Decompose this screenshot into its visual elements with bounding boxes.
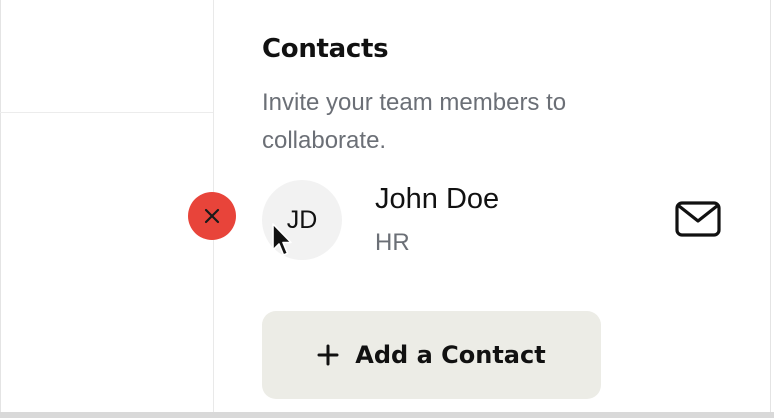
frame-edge	[770, 0, 771, 412]
frame-edge	[0, 412, 774, 418]
frame-edge	[0, 0, 1, 112]
contacts-panel: Contacts Invite your team members to col…	[0, 0, 774, 418]
add-contact-button[interactable]: Add a Contact	[262, 311, 601, 399]
mail-icon	[675, 201, 721, 237]
email-contact-button[interactable]	[670, 196, 726, 242]
plus-icon	[317, 344, 339, 366]
remove-contact-button[interactable]	[188, 192, 236, 240]
contact-role: HR	[375, 229, 410, 256]
close-icon	[204, 208, 220, 224]
panel-title: Contacts	[262, 34, 389, 64]
frame-edge	[0, 112, 1, 418]
avatar: JD	[262, 180, 342, 260]
panel-subtitle: Invite your team members to collaborate.	[262, 89, 567, 154]
add-contact-label: Add a Contact	[355, 341, 546, 369]
contact-name: John Doe	[375, 183, 500, 215]
frame-edge	[0, 112, 213, 113]
